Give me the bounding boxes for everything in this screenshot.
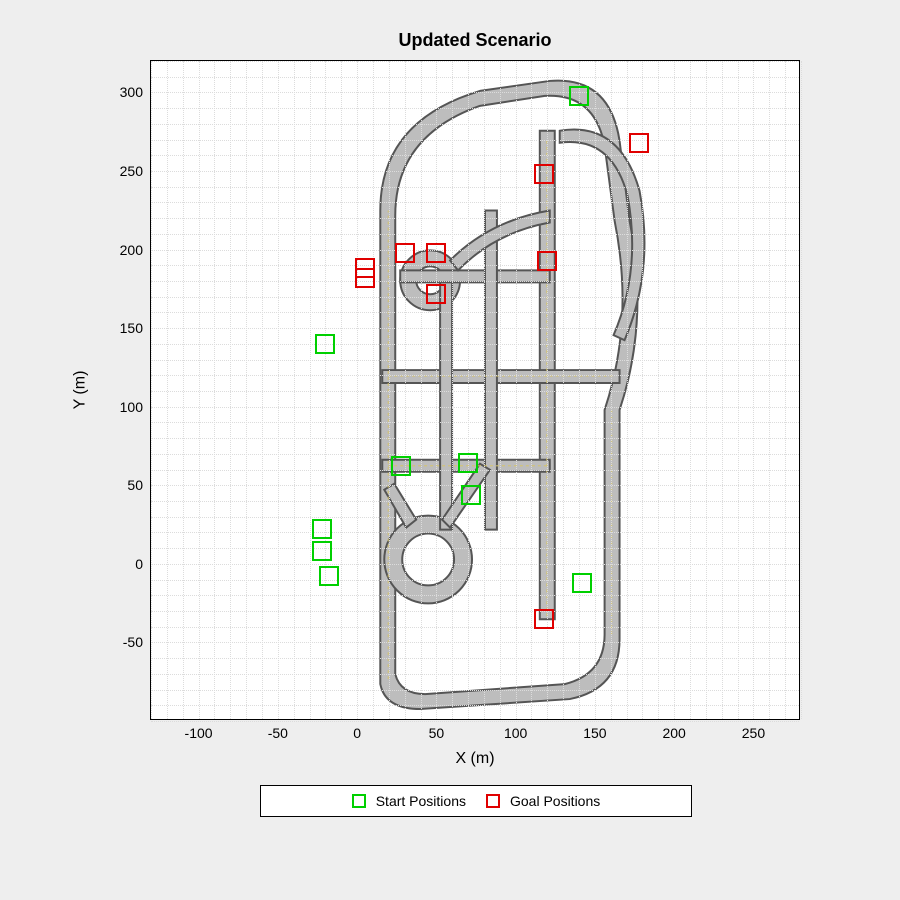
x-tick: 250 xyxy=(723,725,783,741)
start-marker xyxy=(458,453,478,473)
y-tick: 200 xyxy=(93,240,143,260)
road-network-overlay xyxy=(151,61,799,719)
legend-start-entry[interactable]: Start Positions xyxy=(352,793,466,809)
x-tick: 100 xyxy=(486,725,546,741)
goal-marker xyxy=(537,251,557,271)
x-tick: -50 xyxy=(248,725,308,741)
y-tick: 250 xyxy=(93,161,143,181)
x-tick: -100 xyxy=(169,725,229,741)
x-tick: 150 xyxy=(565,725,625,741)
goal-marker xyxy=(534,164,554,184)
start-marker xyxy=(391,456,411,476)
start-marker xyxy=(569,86,589,106)
square-icon xyxy=(486,794,500,808)
x-tick: 200 xyxy=(644,725,704,741)
plot-axes[interactable]: -100-50050100150200250-50050100150200250… xyxy=(150,60,800,720)
start-marker xyxy=(319,566,339,586)
goal-marker xyxy=(426,284,446,304)
y-axis-label: Y (m) xyxy=(70,60,90,720)
square-icon xyxy=(352,794,366,808)
legend[interactable]: Start Positions Goal Positions xyxy=(260,785,692,817)
y-tick: 100 xyxy=(93,397,143,417)
start-marker xyxy=(312,519,332,539)
y-tick: 300 xyxy=(93,82,143,102)
legend-goal-label: Goal Positions xyxy=(510,793,600,809)
start-marker xyxy=(315,334,335,354)
plot-title: Updated Scenario xyxy=(150,30,800,51)
x-tick: 50 xyxy=(406,725,466,741)
figure: Updated Scenario Y (m) xyxy=(0,0,900,900)
y-tick: 0 xyxy=(93,554,143,574)
goal-marker xyxy=(534,609,554,629)
goal-marker xyxy=(629,133,649,153)
x-axis-label: X (m) xyxy=(150,750,800,768)
y-tick: 150 xyxy=(93,318,143,338)
goal-marker xyxy=(355,268,375,288)
goal-marker xyxy=(426,243,446,263)
start-marker xyxy=(312,541,332,561)
legend-start-label: Start Positions xyxy=(376,793,466,809)
y-tick: -50 xyxy=(93,632,143,652)
start-marker xyxy=(572,573,592,593)
x-tick: 0 xyxy=(327,725,387,741)
goal-marker xyxy=(395,243,415,263)
y-tick: 50 xyxy=(93,475,143,495)
legend-goal-entry[interactable]: Goal Positions xyxy=(486,793,600,809)
start-marker xyxy=(461,485,481,505)
